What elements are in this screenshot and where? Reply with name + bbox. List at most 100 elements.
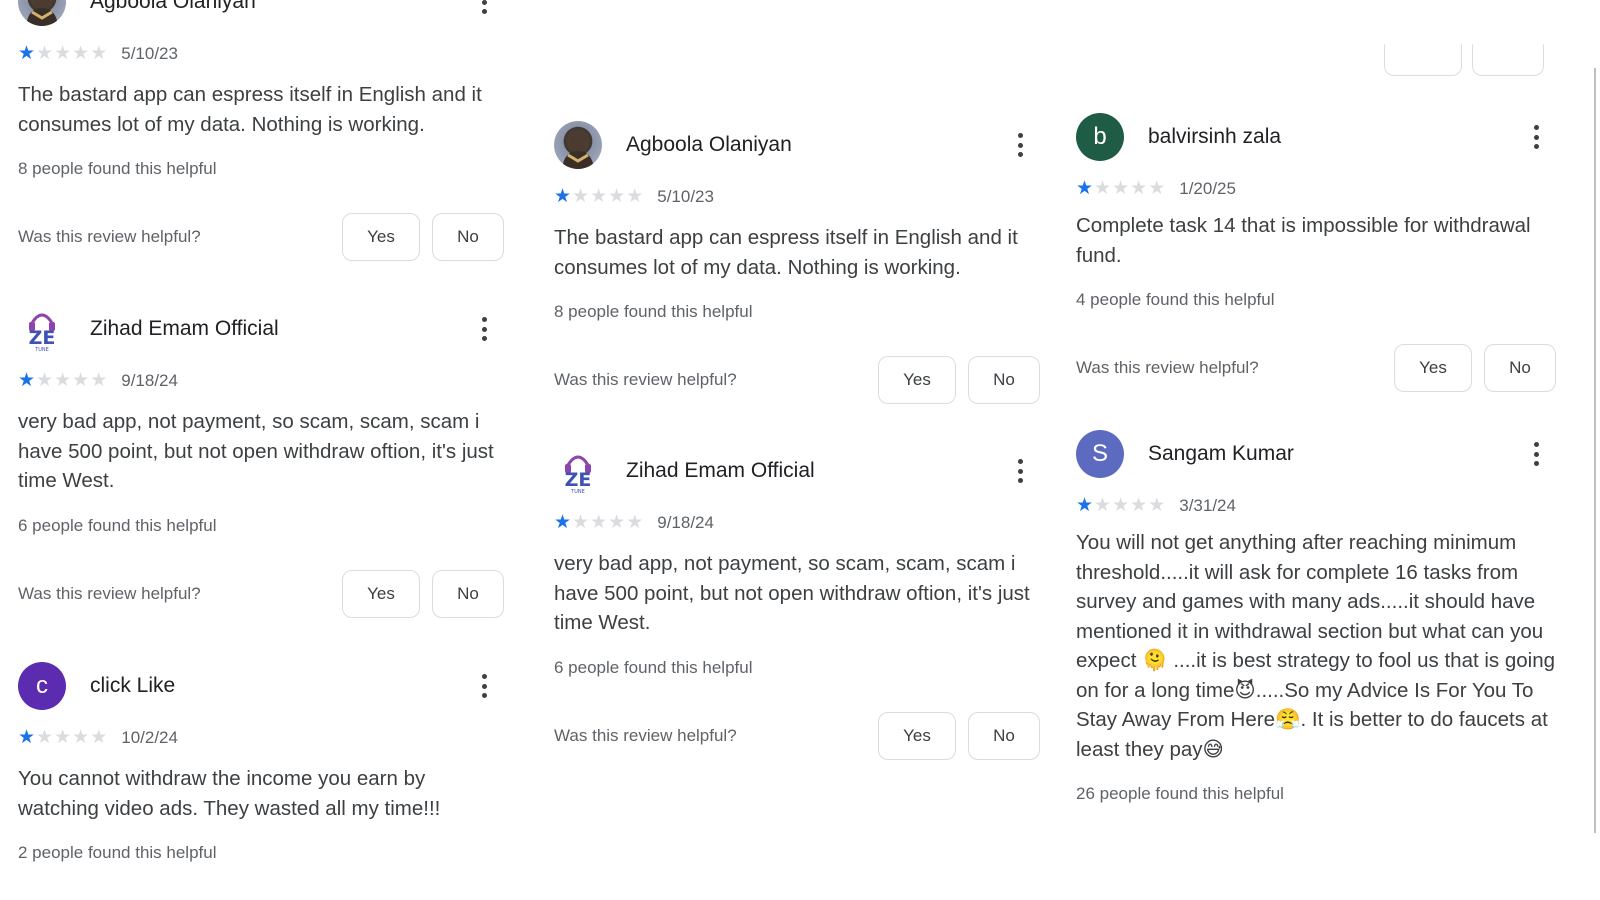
helpful-question: Was this review helpful? bbox=[554, 370, 737, 389]
star-empty-icon: ★ bbox=[90, 370, 108, 391]
no-button[interactable]: No bbox=[432, 569, 504, 618]
review-header: b balvirsinh zala bbox=[1076, 113, 1556, 161]
ze-logo-icon: ZE TUNE bbox=[565, 455, 591, 495]
star-rating: ★ ★ ★ ★ ★ bbox=[18, 44, 107, 64]
star-rating: ★ ★ ★ ★ ★ bbox=[554, 187, 643, 207]
star-empty-icon: ★ bbox=[572, 186, 590, 207]
helpful-vote-row: Was this review helpful? Yes No bbox=[18, 569, 504, 618]
helpful-count: 6 people found this helpful bbox=[18, 515, 217, 535]
more-options-icon[interactable] bbox=[472, 0, 496, 16]
star-empty-icon: ★ bbox=[90, 727, 108, 748]
review-card: ZE TUNE Zihad Emam Official ★ ★ ★ ★ ★ 9/… bbox=[554, 447, 1040, 760]
avatar-photo-icon bbox=[562, 131, 594, 169]
star-empty-icon: ★ bbox=[36, 43, 54, 64]
star-filled-icon: ★ bbox=[18, 727, 36, 748]
star-empty-icon: ★ bbox=[36, 370, 54, 391]
author-name: Agboola Olaniyan bbox=[626, 133, 792, 156]
helpful-count: 8 people found this helpful bbox=[554, 302, 753, 321]
star-empty-icon: ★ bbox=[608, 186, 626, 207]
review-meta: ★ ★ ★ ★ ★ 3/31/24 bbox=[1076, 496, 1556, 516]
review-header: Agboola Olaniyan bbox=[18, 0, 504, 26]
star-empty-icon: ★ bbox=[1112, 178, 1130, 199]
more-options-icon[interactable] bbox=[1008, 457, 1032, 485]
avatar[interactable] bbox=[18, 0, 66, 26]
star-empty-icon: ★ bbox=[572, 512, 590, 533]
author-name: balvirsinh zala bbox=[1148, 125, 1282, 148]
review-card: Agboola Olaniyan ★ ★ ★ ★ ★ 5/10/23 The b… bbox=[18, 0, 504, 261]
avatar[interactable]: c bbox=[18, 662, 66, 710]
no-button[interactable]: No bbox=[1484, 344, 1556, 392]
review-header: S Sangam Kumar bbox=[1076, 430, 1556, 478]
star-empty-icon: ★ bbox=[90, 43, 108, 64]
no-button-partial[interactable] bbox=[1472, 44, 1544, 76]
star-rating: ★ ★ ★ ★ ★ bbox=[18, 728, 107, 748]
review-date: 10/2/24 bbox=[121, 728, 178, 747]
star-empty-icon: ★ bbox=[1130, 178, 1148, 199]
avatar[interactable]: b bbox=[1076, 113, 1124, 161]
star-empty-icon: ★ bbox=[626, 186, 644, 207]
star-empty-icon: ★ bbox=[1130, 495, 1148, 516]
review-card: b balvirsinh zala ★ ★ ★ ★ ★ 1/20/25 Comp… bbox=[1076, 113, 1556, 392]
yes-button[interactable]: Yes bbox=[878, 711, 956, 760]
helpful-question: Was this review helpful? bbox=[18, 227, 201, 246]
review-meta: ★ ★ ★ ★ ★ 5/10/23 bbox=[554, 187, 1040, 207]
avatar[interactable]: S bbox=[1076, 430, 1124, 478]
review-meta: ★ ★ ★ ★ ★ 9/18/24 bbox=[18, 371, 504, 391]
star-empty-icon: ★ bbox=[72, 43, 90, 64]
helpful-count: 4 people found this helpful bbox=[1076, 290, 1275, 309]
review-header: Agboola Olaniyan bbox=[554, 121, 1040, 169]
review-text: You will not get anything after reaching… bbox=[1076, 531, 1556, 761]
svg-text:TUNE: TUNE bbox=[570, 489, 585, 495]
no-button[interactable]: No bbox=[432, 213, 504, 261]
review-date: 5/10/23 bbox=[121, 44, 178, 63]
helpful-count: 26 people found this helpful bbox=[1076, 784, 1284, 803]
star-empty-icon: ★ bbox=[72, 370, 90, 391]
yes-button[interactable]: Yes bbox=[878, 356, 956, 404]
star-filled-icon: ★ bbox=[18, 43, 36, 64]
review-header: ZE TUNE Zihad Emam Official bbox=[554, 447, 1040, 495]
yes-button-partial[interactable] bbox=[1384, 44, 1462, 76]
yes-button[interactable]: Yes bbox=[342, 213, 420, 261]
review-date: 3/31/24 bbox=[1179, 496, 1236, 515]
review-meta: ★ ★ ★ ★ ★ 10/2/24 bbox=[18, 728, 504, 748]
review-meta: ★ ★ ★ ★ ★ 1/20/25 bbox=[1076, 179, 1556, 199]
more-options-icon[interactable] bbox=[1524, 440, 1548, 468]
star-empty-icon: ★ bbox=[1148, 178, 1166, 199]
star-empty-icon: ★ bbox=[590, 186, 608, 207]
star-empty-icon: ★ bbox=[608, 512, 626, 533]
star-empty-icon: ★ bbox=[626, 512, 644, 533]
avatar-letter: S bbox=[1091, 440, 1108, 467]
no-button[interactable]: No bbox=[968, 711, 1040, 760]
author-name: Sangam Kumar bbox=[1148, 442, 1294, 465]
no-button[interactable]: No bbox=[968, 356, 1040, 404]
yes-button[interactable]: Yes bbox=[342, 569, 420, 618]
star-rating: ★ ★ ★ ★ ★ bbox=[18, 371, 107, 391]
review-meta: ★ ★ ★ ★ ★ 5/10/23 bbox=[18, 44, 504, 64]
star-empty-icon: ★ bbox=[1094, 495, 1112, 516]
review-text: The bastard app can espress itself in En… bbox=[554, 226, 1018, 279]
avatar[interactable] bbox=[554, 121, 602, 169]
more-options-icon[interactable] bbox=[472, 672, 496, 700]
previous-vote-buttons-partial bbox=[1384, 44, 1544, 76]
review-text: very bad app, not payment, so scam, scam… bbox=[18, 410, 494, 492]
scrollbar[interactable] bbox=[1594, 68, 1596, 833]
star-filled-icon: ★ bbox=[1076, 495, 1094, 516]
yes-button[interactable]: Yes bbox=[1394, 344, 1472, 392]
star-filled-icon: ★ bbox=[1076, 178, 1094, 199]
avatar-letter: c bbox=[36, 672, 48, 699]
more-options-icon[interactable] bbox=[1524, 123, 1548, 151]
review-date: 9/18/24 bbox=[657, 513, 714, 532]
review-card: c click Like ★ ★ ★ ★ ★ 10/2/24 You canno… bbox=[18, 662, 504, 863]
review-header: ZE TUNE Zihad Emam Official bbox=[18, 305, 504, 353]
more-options-icon[interactable] bbox=[1008, 131, 1032, 159]
more-options-icon[interactable] bbox=[472, 315, 496, 343]
helpful-vote-row: Was this review helpful? Yes No bbox=[1076, 344, 1556, 392]
star-rating: ★ ★ ★ ★ ★ bbox=[554, 513, 643, 533]
review-header: c click Like bbox=[18, 662, 504, 710]
avatar[interactable]: ZE TUNE bbox=[18, 305, 66, 353]
review-card: ZE TUNE Zihad Emam Official ★ ★ ★ ★ ★ 9/… bbox=[18, 305, 504, 618]
review-text: You cannot withdraw the income you earn … bbox=[18, 767, 441, 820]
avatar[interactable]: ZE TUNE bbox=[554, 447, 602, 495]
star-empty-icon: ★ bbox=[590, 512, 608, 533]
author-name: Agboola Olaniyan bbox=[90, 0, 256, 13]
